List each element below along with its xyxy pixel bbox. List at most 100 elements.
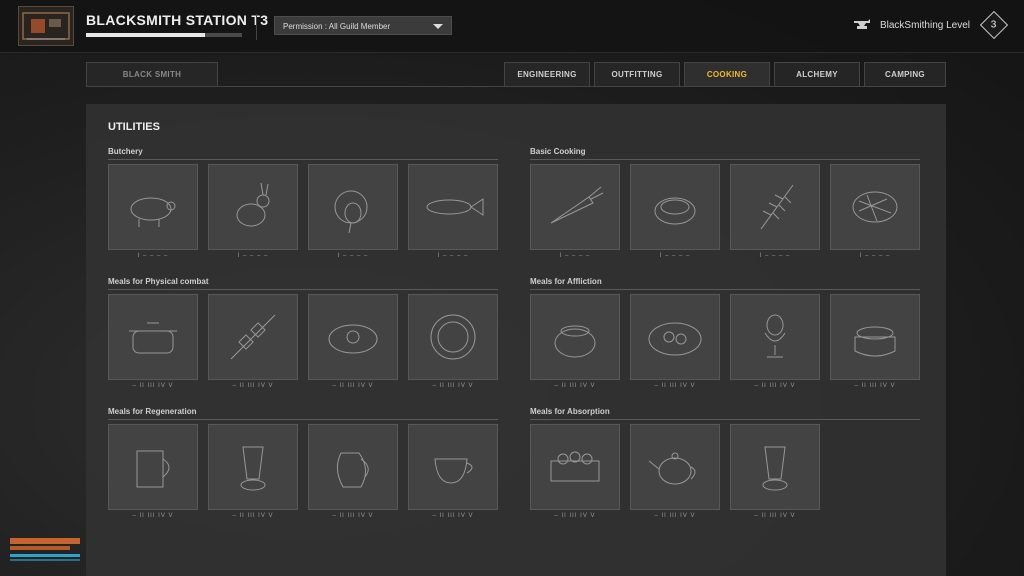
player-status-bars — [10, 538, 80, 561]
section-label: Meals for Physical combat — [108, 277, 498, 290]
health-bar — [10, 538, 80, 544]
recipe-tile[interactable]: – II III IV V — [408, 424, 498, 519]
top-bar: BLACKSMITH STATION T3 Permission : All G… — [0, 0, 1024, 53]
station-progress-bar — [86, 33, 242, 37]
tier-indicator: – II III IV V — [432, 513, 474, 519]
tab-outfitting[interactable]: OUTFITTING — [594, 62, 680, 86]
recipe-tile[interactable]: – II III IV V — [830, 294, 920, 389]
recipe-tile[interactable]: – II III IV V — [208, 424, 298, 519]
level-badge: 3 — [979, 10, 1009, 40]
recipe-section: Meals for Affliction – II III IV V – II II… — [530, 277, 920, 389]
section-label: Meals for Affliction — [530, 277, 920, 290]
recipe-tile[interactable]: – II III IV V — [530, 424, 620, 519]
tab-label: BLACK SMITH — [122, 70, 182, 79]
section-label: Basic Cooking — [530, 147, 920, 160]
panel-title: UTILITIES — [108, 121, 160, 133]
permission-label: Permission : All Guild Member — [283, 22, 391, 31]
permission-dropdown[interactable]: Permission : All Guild Member — [274, 16, 452, 35]
recipe-tile[interactable]: – II III IV V — [308, 424, 398, 519]
tab-label: OUTFITTING — [611, 70, 663, 79]
recipe-tile[interactable]: I – – – – — [308, 164, 398, 259]
recipe-tile[interactable]: – II III IV V — [108, 424, 198, 519]
tab-black-smith[interactable]: BLACK SMITH — [86, 62, 218, 86]
teapot-icon — [648, 452, 696, 485]
tier-indicator: – II III IV V — [232, 513, 274, 519]
tier-indicator: I – – – – — [859, 253, 891, 259]
skewer-icon — [230, 314, 276, 360]
recipe-tile[interactable]: I – – – – — [730, 164, 820, 259]
recipe-tile[interactable]: – II III IV V — [308, 294, 398, 389]
tab-camping[interactable]: CAMPING — [864, 62, 946, 86]
level-label: BlackSmithing Level — [879, 19, 970, 31]
recipe-section: Meals for Physical combat – II III IV V – … — [108, 277, 498, 389]
tab-label: COOKING — [706, 70, 748, 79]
recipe-tile[interactable]: I – – – – — [830, 164, 920, 259]
xp-bar — [10, 559, 80, 561]
tier-indicator: – II III IV V — [754, 383, 796, 389]
carrot-icon — [550, 186, 604, 224]
blacksmithing-level: BlackSmithing Level 3 — [852, 10, 1009, 40]
recipe-tile[interactable]: I – – – – — [530, 164, 620, 259]
stew-pot-icon — [554, 325, 596, 358]
recipe-tile[interactable]: I – – – – — [108, 164, 198, 259]
chevron-down-icon — [433, 24, 443, 29]
rabbit-icon — [236, 182, 270, 227]
teacup-icon — [434, 458, 473, 484]
recipe-tile[interactable]: – II III IV V — [108, 294, 198, 389]
mug-icon — [136, 450, 170, 488]
tier-indicator: – II III IV V — [654, 383, 696, 389]
recipe-tile[interactable]: I – – – – — [208, 164, 298, 259]
turkey-icon — [334, 190, 368, 234]
recipe-section: Meals for Absorption – II III IV V – II II… — [530, 407, 920, 519]
recipe-tile[interactable]: I – – – – — [630, 164, 720, 259]
tier-indicator: – II III IV V — [654, 513, 696, 519]
tier-indicator: I – – – – — [759, 253, 791, 259]
tab-engineering[interactable]: ENGINEERING — [504, 62, 590, 86]
recipe-tile[interactable]: – II III IV V — [630, 424, 720, 519]
recipe-tile[interactable]: – II III IV V — [630, 294, 720, 389]
juice-glass-icon — [240, 446, 266, 491]
level-value: 3 — [991, 19, 997, 31]
tier-indicator: I – – – – — [559, 253, 591, 259]
tab-alchemy[interactable]: ALCHEMY — [774, 62, 860, 86]
tab-label: ENGINEERING — [517, 70, 577, 79]
recipe-tile[interactable]: – II III IV V — [530, 294, 620, 389]
crate-icon — [550, 451, 600, 482]
herb-icon — [760, 184, 794, 230]
recipe-section: Basic Cooking I – – – – I – – – – I – – – –… — [530, 147, 920, 259]
tier-indicator: – II III IV V — [554, 383, 596, 389]
recipe-section: Meals for Regeneration – II III IV V – II … — [108, 407, 498, 519]
steak-icon — [852, 191, 898, 223]
tier-indicator: – II III IV V — [554, 513, 596, 519]
tier-indicator: I – – – – — [659, 253, 691, 259]
tier-indicator: I – – – – — [237, 253, 269, 259]
section-label: Butchery — [108, 147, 498, 160]
recipe-tile[interactable]: – II III IV V — [730, 294, 820, 389]
tier-indicator: – II III IV V — [432, 383, 474, 389]
bread-icon — [654, 197, 696, 225]
fried-egg-icon — [328, 324, 378, 354]
tab-cooking[interactable]: COOKING — [684, 62, 770, 86]
recipe-panel: UTILITIES Butchery I – – – – I – – – – I – … — [86, 104, 946, 576]
tier-indicator: – II III IV V — [754, 513, 796, 519]
tier-indicator: I – – – – — [437, 253, 469, 259]
tier-indicator: I – – – – — [137, 253, 169, 259]
recipe-tile[interactable]: I – – – – — [408, 164, 498, 259]
casserole-icon — [854, 326, 896, 357]
juice-glass-icon — [762, 446, 788, 491]
tier-indicator: – II III IV V — [854, 383, 896, 389]
recipe-tile[interactable]: – II III IV V — [730, 424, 820, 519]
pot-icon — [129, 322, 177, 354]
recipe-tile[interactable]: – II III IV V — [408, 294, 498, 389]
section-label: Meals for Regeneration — [108, 407, 498, 420]
forge-icon — [18, 6, 74, 46]
salad-plate-icon — [648, 322, 702, 356]
recipe-tile[interactable]: – II III IV V — [208, 294, 298, 389]
header-divider — [256, 14, 257, 40]
tier-indicator: – II III IV V — [232, 383, 274, 389]
plate-icon — [430, 314, 476, 360]
recipe-section: Butchery I – – – – I – – – – I – – – – I – –… — [108, 147, 498, 259]
pig-icon — [130, 197, 176, 227]
stamina-bar — [10, 546, 70, 550]
anvil-icon — [853, 19, 870, 29]
